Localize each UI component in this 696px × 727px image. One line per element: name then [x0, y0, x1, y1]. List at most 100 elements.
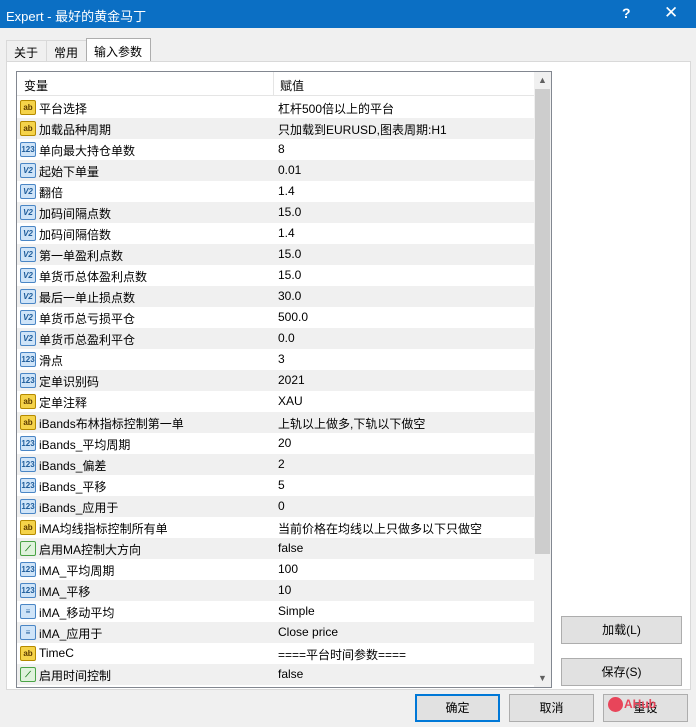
parameter-value[interactable]: 1.4	[278, 184, 295, 198]
string-icon: ab	[20, 415, 36, 430]
parameter-value[interactable]: Simple	[278, 604, 315, 618]
parameter-value[interactable]: ====平台时间参数====	[278, 646, 406, 663]
parameter-value[interactable]: 500.0	[278, 310, 308, 324]
parameter-value[interactable]: 20	[278, 436, 291, 450]
title-bar: Expert - 最好的黄金马丁 ? ✕	[0, 0, 696, 28]
parameter-row[interactable]: V2 翻倍 1.4	[17, 181, 534, 202]
parameter-value[interactable]: 3	[278, 352, 285, 366]
tab-common[interactable]: 常用	[46, 40, 88, 61]
scroll-thumb[interactable]	[535, 89, 550, 554]
parameter-row[interactable]: V2 第一单盈利点数 15.0	[17, 244, 534, 265]
parameter-value[interactable]: 当前价格在均线以上只做多以下只做空	[278, 520, 482, 537]
bool-icon: ⟋	[20, 667, 36, 682]
column-header-variable[interactable]: 变量	[24, 77, 48, 94]
parameter-row[interactable]: V2 单货币总盈利平仓 0.0	[17, 328, 534, 349]
parameter-name: iMA_移动平均	[39, 606, 115, 620]
parameter-row[interactable]: ⟋ 启用MA控制大方向 false	[17, 538, 534, 559]
load-button[interactable]: 加载(L)	[561, 616, 682, 644]
parameter-row[interactable]: ab 加载品种周期 只加载到EURUSD,图表周期:H1	[17, 118, 534, 139]
parameter-row[interactable]: 123 iBands_偏差 2	[17, 454, 534, 475]
parameter-name: iMA_应用于	[39, 627, 103, 641]
tab-about[interactable]: 关于	[6, 40, 48, 61]
parameter-row[interactable]: 123 滑点 3	[17, 349, 534, 370]
parameter-value[interactable]: 10	[278, 583, 291, 597]
parameter-value[interactable]: XAU	[278, 394, 303, 408]
parameter-row[interactable]: 123 iMA_平移 10	[17, 580, 534, 601]
parameter-value[interactable]: 2021	[278, 373, 305, 387]
parameter-name: 单向最大持仓单数	[39, 144, 136, 158]
parameter-row[interactable]: 123 iMA_平均周期 100	[17, 559, 534, 580]
parameter-row[interactable]: 123 定单识别码 2021	[17, 370, 534, 391]
integer-icon: 123	[20, 436, 36, 451]
parameter-row[interactable]: ⟋ 启用时间控制 false	[17, 664, 534, 685]
column-header-value[interactable]: 赋值	[280, 77, 304, 94]
parameter-row[interactable]: V2 最后一单止损点数 30.0	[17, 286, 534, 307]
parameter-name: iMA_平均周期	[39, 564, 115, 578]
string-icon: ab	[20, 100, 36, 115]
parameter-row[interactable]: V2 起始下单量 0.01	[17, 160, 534, 181]
tab-inputs[interactable]: 输入参数	[86, 38, 152, 61]
parameter-name: 翻倍	[39, 186, 64, 200]
parameter-row[interactable]: 123 iBands_平均周期 20	[17, 433, 534, 454]
parameter-value[interactable]: 2	[278, 457, 285, 471]
parameter-name: iMA_平移	[39, 585, 91, 599]
watermark: AHub	[624, 697, 656, 711]
parameter-name: 启用时间控制	[39, 669, 112, 683]
parameter-row[interactable]: 123 iBands_平移 5	[17, 475, 534, 496]
parameter-value[interactable]: 0.01	[278, 163, 301, 177]
parameter-row[interactable]: V2 加码间隔倍数 1.4	[17, 223, 534, 244]
cancel-button[interactable]: 取消	[509, 694, 594, 722]
parameter-name: iBands_平移	[39, 480, 107, 494]
string-icon: ab	[20, 394, 36, 409]
parameter-value[interactable]: 0.0	[278, 331, 295, 345]
save-button[interactable]: 保存(S)	[561, 658, 682, 686]
vertical-scrollbar[interactable]: ▲ ▼	[534, 72, 551, 687]
parameter-value[interactable]: 100	[278, 562, 298, 576]
parameter-value[interactable]: 15.0	[278, 247, 301, 261]
watermark-logo-icon	[608, 697, 623, 712]
parameter-row[interactable]: ab TimeC ====平台时间参数====	[17, 643, 534, 664]
parameter-row[interactable]: ab 平台选择 杠杆500倍以上的平台	[17, 97, 534, 118]
double-icon: V2	[20, 205, 36, 220]
parameter-name: 起始下单量	[39, 165, 100, 179]
ok-button[interactable]: 确定	[415, 694, 500, 722]
parameter-name: iMA均线指标控制所有单	[39, 522, 168, 536]
parameter-row[interactable]: ≡ iMA_移动平均 Simple	[17, 601, 534, 622]
column-separator[interactable]	[273, 72, 274, 96]
parameter-name: 第一单盈利点数	[39, 249, 124, 263]
parameter-value[interactable]: false	[278, 667, 303, 681]
double-icon: V2	[20, 268, 36, 283]
window-title: Expert - 最好的黄金马丁	[6, 9, 147, 24]
parameter-value[interactable]: 30.0	[278, 289, 301, 303]
parameter-row[interactable]: V2 加码间隔点数 15.0	[17, 202, 534, 223]
parameter-row[interactable]: ab iBands布林指标控制第一单 上轨以上做多,下轨以下做空	[17, 412, 534, 433]
parameter-row[interactable]: 123 iBands_应用于 0	[17, 496, 534, 517]
parameter-value[interactable]: 8	[278, 142, 285, 156]
parameter-row[interactable]: ab 定单注释 XAU	[17, 391, 534, 412]
parameter-row[interactable]: V2 单货币总体盈利点数 15.0	[17, 265, 534, 286]
integer-icon: 123	[20, 583, 36, 598]
help-icon[interactable]: ?	[622, 5, 631, 21]
parameter-value[interactable]: 15.0	[278, 205, 301, 219]
parameter-value[interactable]: 1.4	[278, 226, 295, 240]
parameter-value[interactable]: Close price	[278, 625, 338, 639]
parameter-value[interactable]: 上轨以上做多,下轨以下做空	[278, 415, 425, 432]
parameter-row[interactable]: 123 单向最大持仓单数 8	[17, 139, 534, 160]
parameter-value[interactable]: 15.0	[278, 268, 301, 282]
parameter-value[interactable]: false	[278, 541, 303, 555]
parameter-value[interactable]: 0	[278, 499, 285, 513]
parameter-name: 平台选择	[39, 102, 88, 116]
parameter-value[interactable]: 5	[278, 478, 285, 492]
scroll-down-icon[interactable]: ▼	[534, 670, 551, 687]
parameter-row[interactable]: ab iMA均线指标控制所有单 当前价格在均线以上只做多以下只做空	[17, 517, 534, 538]
parameter-row[interactable]: ≡ iMA_应用于 Close price	[17, 622, 534, 643]
parameter-value[interactable]: 杠杆500倍以上的平台	[278, 100, 394, 117]
integer-icon: 123	[20, 457, 36, 472]
integer-icon: 123	[20, 499, 36, 514]
parameter-value[interactable]: 只加载到EURUSD,图表周期:H1	[278, 121, 447, 138]
parameter-name: 单货币总体盈利点数	[39, 270, 148, 284]
scroll-up-icon[interactable]: ▲	[534, 72, 551, 89]
parameter-row[interactable]: V2 单货币总亏损平仓 500.0	[17, 307, 534, 328]
close-icon[interactable]: ✕	[664, 3, 678, 23]
parameter-name: 启用MA控制大方向	[39, 543, 142, 557]
